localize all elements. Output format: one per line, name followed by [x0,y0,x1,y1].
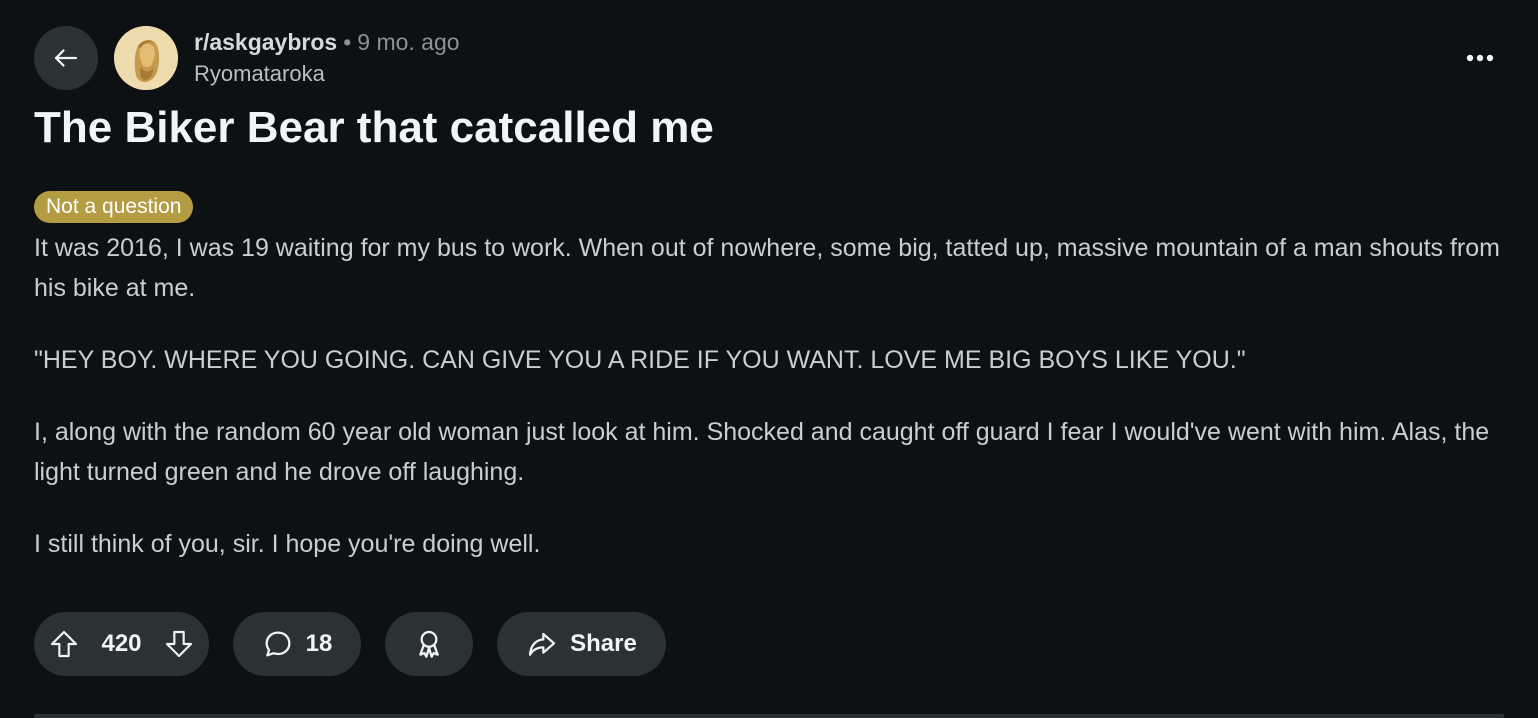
more-options-button[interactable] [1464,44,1496,72]
post-meta-top: r/askgaybros • 9 mo. ago [194,27,460,57]
upvote-button[interactable] [48,628,80,660]
award-icon [419,630,439,658]
share-arrow-icon [529,632,556,656]
post-header: r/askgaybros • 9 mo. ago Ryomataroka [34,26,460,90]
comment-count: 18 [305,630,333,657]
post-paragraph: I still think of you, sir. I hope you're… [34,530,541,558]
vote-control: 420 [34,612,209,676]
comments-button[interactable]: 18 [233,612,361,676]
upvote-arrow-icon [50,630,78,658]
post-paragraph: "HEY BOY. WHERE YOU GOING. CAN GIVE YOU … [34,346,1246,374]
author-link[interactable]: Ryomataroka [194,59,460,89]
award-button[interactable] [385,612,473,676]
post-paragraph: I, along with the random 60 year old wom… [34,418,1490,486]
comment-box-edge [34,714,1504,718]
post-body: It was 2016, I was 19 waiting for my bus… [34,228,1504,564]
arrow-left-icon [54,49,78,67]
vote-count: 420 [101,630,142,657]
subreddit-avatar[interactable] [114,26,178,90]
more-horizontal-icon [1466,54,1494,62]
share-button[interactable]: Share [497,612,666,676]
downvote-button[interactable] [163,628,195,660]
comment-bubble-icon [265,631,291,657]
post-flair[interactable]: Not a question [34,191,194,223]
bust-icon [114,26,178,90]
post-timestamp: 9 mo. ago [357,29,460,55]
post-actions-bar: 420 18 Share [34,612,666,676]
share-label: Share [570,630,637,657]
post-paragraph: It was 2016, I was 19 waiting for my bus… [34,234,1500,302]
back-button[interactable] [34,26,98,90]
post-title[interactable]: The Biker Bear that catcalled me [34,100,714,156]
meta-separator: • [343,29,352,55]
subreddit-link[interactable]: r/askgaybros [194,27,337,57]
downvote-arrow-icon [165,630,193,658]
post-page: r/askgaybros • 9 mo. ago Ryomataroka The… [0,0,1538,718]
post-meta: r/askgaybros • 9 mo. ago Ryomataroka [194,27,460,89]
